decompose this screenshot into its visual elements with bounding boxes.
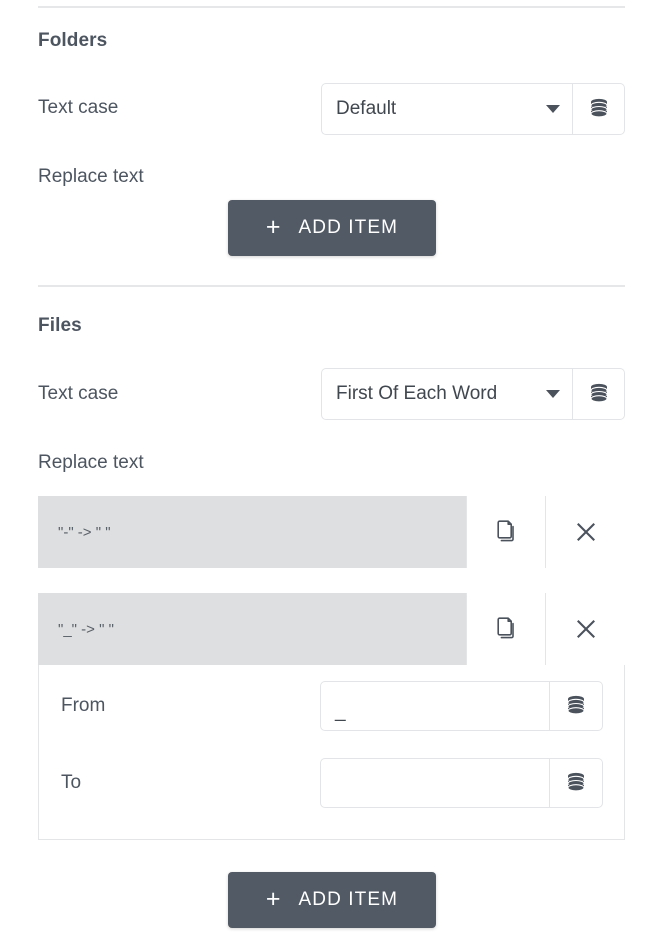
folders-replace-text-label: Replace text	[38, 166, 144, 187]
replace-item-summary[interactable]: "_" -> " "	[38, 593, 466, 665]
replace-from-field-group: _	[320, 681, 603, 731]
close-icon	[576, 620, 595, 638]
settings-panel: Folders Text case Default Replace text +…	[0, 0, 663, 942]
plus-icon: +	[265, 212, 281, 241]
database-icon	[589, 383, 608, 403]
files-text-case-select[interactable]: First Of Each Word	[321, 368, 573, 420]
folders-text-case-variable-button[interactable]	[573, 83, 625, 135]
replace-item-summary-text: "-" -> " "	[58, 523, 111, 541]
folders-text-case-group: Default	[321, 83, 625, 135]
replace-item-delete-button[interactable]	[545, 593, 625, 665]
folders-add-item-label: ADD ITEM	[298, 217, 399, 238]
replace-to-label: To	[61, 772, 82, 793]
chevron-down-icon	[546, 105, 560, 113]
files-text-case-value: First Of Each Word	[336, 383, 498, 404]
replace-to-input[interactable]	[320, 758, 550, 808]
replace-item-detail-panel: From _ To	[38, 665, 625, 840]
copy-icon	[497, 520, 514, 542]
database-icon	[567, 695, 585, 715]
files-replace-text-label: Replace text	[38, 452, 144, 473]
replace-from-row: From _	[39, 665, 624, 747]
replace-item-summary[interactable]: "-" -> " "	[38, 496, 466, 568]
section-heading-folders: Folders	[38, 30, 108, 51]
section-heading-files: Files	[38, 315, 82, 336]
close-icon	[576, 523, 595, 541]
database-icon	[567, 772, 585, 792]
section-divider-files	[38, 285, 625, 287]
database-icon	[589, 98, 608, 118]
files-text-case-label: Text case	[38, 383, 119, 404]
folders-text-case-label: Text case	[38, 97, 119, 118]
replace-from-value: _	[335, 701, 346, 722]
replace-item-duplicate-button[interactable]	[466, 496, 545, 568]
folders-text-case-select[interactable]: Default	[321, 83, 573, 135]
replace-item-delete-button[interactable]	[545, 496, 625, 568]
replace-to-field-group	[320, 758, 603, 808]
replace-item-summary-text: "_" -> " "	[58, 620, 114, 638]
replace-item-row: "-" -> " "	[38, 496, 625, 568]
files-text-case-group: First Of Each Word	[321, 368, 625, 420]
chevron-down-icon	[546, 390, 560, 398]
files-add-item-label: ADD ITEM	[298, 889, 399, 910]
replace-from-variable-button[interactable]	[550, 681, 603, 731]
files-text-case-variable-button[interactable]	[573, 368, 625, 420]
replace-from-label: From	[61, 695, 106, 716]
section-divider-top	[38, 6, 625, 8]
replace-to-row: To	[39, 747, 624, 819]
replace-to-variable-button[interactable]	[550, 758, 603, 808]
copy-icon	[497, 617, 514, 639]
folders-text-case-value: Default	[336, 98, 397, 119]
replace-item-duplicate-button[interactable]	[466, 593, 545, 665]
folders-add-item-button[interactable]: + ADD ITEM	[228, 200, 436, 256]
replace-from-input[interactable]: _	[320, 681, 550, 731]
replace-item-row: "_" -> " "	[38, 593, 625, 665]
files-add-item-button[interactable]: + ADD ITEM	[228, 872, 436, 928]
plus-icon: +	[265, 884, 281, 913]
